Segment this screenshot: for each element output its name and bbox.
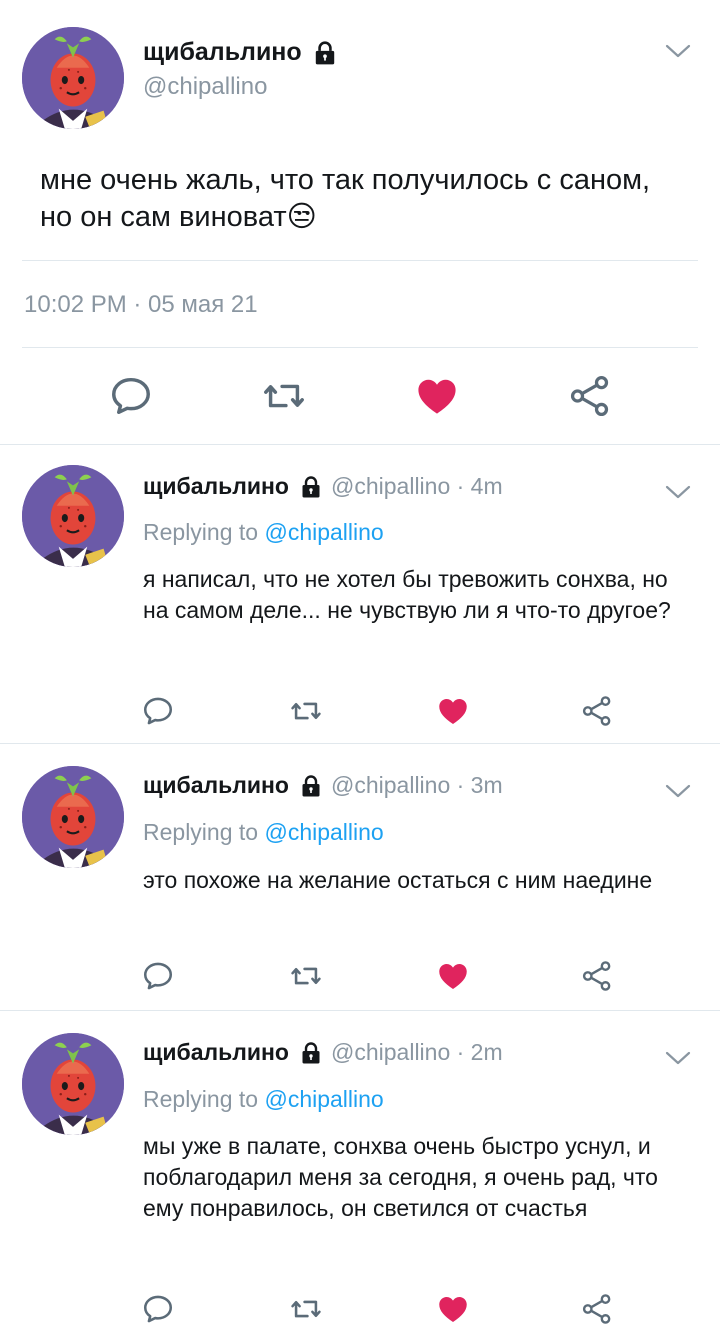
replying-to-link[interactable]: @chipallino [264, 1086, 383, 1112]
display-name[interactable]: щибальлино [143, 473, 289, 500]
like-button[interactable] [436, 1292, 470, 1326]
divider [22, 347, 698, 348]
like-button[interactable] [436, 959, 470, 993]
chevron-down-icon[interactable] [664, 782, 692, 800]
reply-icon [141, 959, 175, 993]
main-tweet: щибальлино @chipallino мне очень жаль, ч… [0, 0, 720, 445]
handle-and-time[interactable]: @chipallino · 2m [331, 1039, 503, 1066]
unamused-emoji: 😒 [286, 201, 317, 233]
replying-to: Replying to @chipallino [143, 519, 384, 546]
user-handle[interactable]: @chipallino [143, 73, 267, 101]
avatar[interactable] [22, 465, 124, 567]
reply-button[interactable] [108, 373, 154, 419]
share-icon [580, 694, 614, 728]
avatar[interactable] [22, 1033, 124, 1135]
display-name[interactable]: щибальлино [143, 772, 289, 799]
replying-prefix: Replying to [143, 1086, 265, 1112]
tweet-text: мы уже в палате, сонхва очень быстро усн… [143, 1133, 658, 1221]
like-icon [414, 373, 460, 419]
reply-icon [141, 694, 175, 728]
retweet-icon [289, 694, 323, 728]
display-name[interactable]: щибальлино [143, 1039, 289, 1066]
like-button[interactable] [414, 373, 460, 419]
replying-to-link[interactable]: @chipallino [264, 819, 383, 845]
share-icon [580, 1292, 614, 1326]
lock-icon [299, 475, 323, 499]
retweet-icon [289, 1292, 323, 1326]
display-name[interactable]: щибальлино [143, 38, 338, 67]
chevron-down-icon[interactable] [664, 1049, 692, 1067]
retweet-button[interactable] [289, 694, 323, 728]
share-icon [567, 373, 613, 419]
share-icon [580, 959, 614, 993]
lock-icon [312, 40, 338, 66]
avatar[interactable] [22, 27, 124, 129]
like-icon [436, 959, 470, 993]
display-name-text[interactable]: щибальлино [143, 38, 302, 67]
share-button[interactable] [580, 694, 614, 728]
retweet-button[interactable] [289, 959, 323, 993]
reply-button[interactable] [141, 694, 175, 728]
handle-and-time[interactable]: @chipallino · 4m [331, 473, 503, 500]
reply-icon [141, 1292, 175, 1326]
replying-to: Replying to @chipallino [143, 1086, 384, 1113]
tweet-timestamp[interactable]: 10:02 PM · 05 мая 21 [24, 291, 258, 319]
tweet-text: это похоже на желание остаться с ним нае… [143, 867, 653, 893]
tweet-header: щибальлино @chipallino · 3m [143, 772, 503, 799]
reply-tweet: щибальлино @chipallino · 4m Replying to … [0, 445, 720, 744]
chevron-down-icon[interactable] [664, 42, 692, 60]
share-button[interactable] [567, 373, 613, 419]
replying-prefix: Replying to [143, 519, 265, 545]
retweet-icon [261, 373, 307, 419]
retweet-button[interactable] [289, 1292, 323, 1326]
replying-prefix: Replying to [143, 819, 265, 845]
retweet-button[interactable] [261, 373, 307, 419]
lock-icon [299, 774, 323, 798]
tweet-text-body: мне очень жаль, что так получилось с сан… [40, 164, 651, 233]
retweet-icon [289, 959, 323, 993]
like-button[interactable] [436, 694, 470, 728]
lock-icon [299, 1041, 323, 1065]
avatar[interactable] [22, 766, 124, 868]
chevron-down-icon[interactable] [664, 483, 692, 501]
share-button[interactable] [580, 959, 614, 993]
reply-button[interactable] [141, 959, 175, 993]
replying-to: Replying to @chipallino [143, 819, 384, 846]
like-icon [436, 694, 470, 728]
reply-tweet: щибальлино @chipallino · 3m Replying to … [0, 744, 720, 1011]
replying-to-link[interactable]: @chipallino [264, 519, 383, 545]
share-button[interactable] [580, 1292, 614, 1326]
tweet-text: я написал, что не хотел бы тревожить сон… [143, 566, 671, 623]
handle-and-time[interactable]: @chipallino · 3m [331, 772, 503, 799]
divider [22, 260, 698, 261]
tweet-text: мне очень жаль, что так получилось с сан… [40, 162, 690, 236]
reply-icon [108, 373, 154, 419]
tweet-header: щибальлино @chipallino · 2m [143, 1039, 503, 1066]
reply-button[interactable] [141, 1292, 175, 1326]
like-icon [436, 1292, 470, 1326]
reply-tweet: щибальлино @chipallino · 2m Replying to … [0, 1011, 720, 1344]
tweet-header: щибальлино @chipallino · 4m [143, 473, 503, 500]
